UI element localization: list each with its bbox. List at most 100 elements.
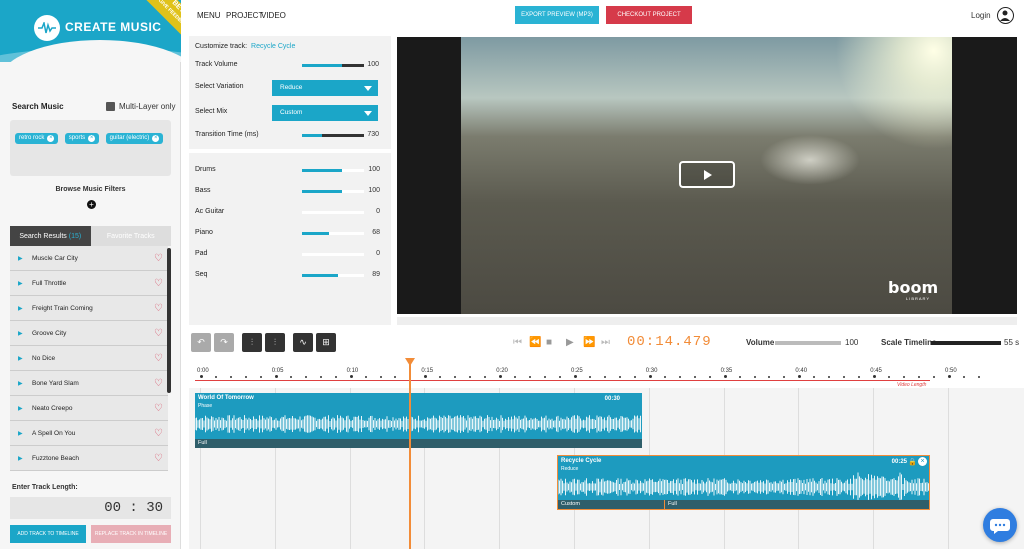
chat-icon[interactable] xyxy=(983,508,1017,542)
playhead[interactable] xyxy=(409,362,411,549)
mix-channel-slider[interactable] xyxy=(302,274,364,277)
timeline-clip[interactable]: Recycle Cycle Reduce 00:25 🔒 × Custom Fu… xyxy=(557,455,930,510)
list-item[interactable]: ▶ Fuzztone Beach ♡ xyxy=(10,446,168,471)
heart-icon[interactable]: ♡ xyxy=(154,303,163,314)
mix-channel-slider[interactable] xyxy=(302,211,364,214)
heart-icon[interactable]: ♡ xyxy=(154,253,163,264)
track-length-input[interactable]: 00 : 30 xyxy=(10,497,171,519)
menu-link[interactable]: MENU xyxy=(197,11,221,20)
ruler-tick-label: 0:30 xyxy=(645,368,658,374)
ruler-dot xyxy=(200,375,203,378)
plus-icon[interactable]: + xyxy=(87,200,96,209)
clip-title: World Of Tomorrow xyxy=(198,395,254,401)
mix-select[interactable]: Custom xyxy=(272,105,378,121)
play-icon[interactable]: ▶ xyxy=(18,380,32,387)
heart-icon[interactable]: ♡ xyxy=(154,353,163,364)
video-link[interactable]: VIDEO xyxy=(261,11,286,20)
mix-channel-slider[interactable] xyxy=(302,232,364,235)
search-tag[interactable]: guitar (electric) × xyxy=(105,132,164,144)
mix-channel-slider[interactable] xyxy=(302,253,364,256)
close-icon[interactable]: × xyxy=(152,134,160,142)
fast-forward-icon[interactable]: ⏩ xyxy=(583,337,595,348)
project-link[interactable]: PROJECT xyxy=(226,11,263,20)
ruler-dot xyxy=(259,376,262,378)
play-icon[interactable]: ▶ xyxy=(18,430,32,437)
search-tag[interactable]: retro rock × xyxy=(15,132,59,144)
heart-icon[interactable]: ♡ xyxy=(154,328,163,339)
search-tags[interactable]: retro rock × sports × guitar (electric) × xyxy=(10,120,171,176)
heart-icon[interactable]: ♡ xyxy=(154,403,163,414)
tab-search-results[interactable]: Search Results (15) xyxy=(10,226,91,246)
heart-icon[interactable]: ♡ xyxy=(154,378,163,389)
close-icon[interactable]: × xyxy=(47,134,55,142)
checkout-button[interactable]: CHECKOUT PROJECT xyxy=(606,6,692,24)
rewind-icon[interactable]: ⏪ xyxy=(529,337,541,348)
undo-icon[interactable]: ↶ xyxy=(191,333,211,352)
video-length-line xyxy=(195,380,930,381)
results-scrollbar[interactable] xyxy=(167,248,171,393)
list-item[interactable]: ▶ No Dice ♡ xyxy=(10,346,168,371)
skip-start-icon[interactable]: ⏮ xyxy=(513,337,522,348)
play-icon[interactable]: ▶ xyxy=(18,330,32,337)
stop-icon[interactable]: ■ xyxy=(546,337,552,348)
replace-track-button[interactable]: REPLACE TRACK IN TIMELINE xyxy=(91,525,171,543)
list-item[interactable]: ▶ Full Throttle ♡ xyxy=(10,271,168,296)
clip-variation: Reduce xyxy=(561,466,579,472)
mix-channel-label: Pad xyxy=(195,250,208,257)
list-item[interactable]: ▶ Groove City ♡ xyxy=(10,321,168,346)
clip-mix: Custom xyxy=(558,500,665,509)
timeline-clip[interactable]: World Of Tomorrow Phase 00:30 Full xyxy=(195,393,642,448)
list-item[interactable]: ▶ A Spell On You ♡ xyxy=(10,421,168,446)
multi-layer-toggle[interactable]: Multi-Layer only xyxy=(106,102,175,111)
list-item[interactable]: ▶ Freight Train Coming ♡ xyxy=(10,296,168,321)
volume-label: Volume xyxy=(746,338,775,347)
mix-channel-slider[interactable] xyxy=(302,190,364,193)
ruler-dot xyxy=(708,376,711,378)
tab-favorite-tracks[interactable]: Favorite Tracks xyxy=(90,226,171,246)
play-icon[interactable]: ▶ xyxy=(18,355,32,362)
user-avatar-icon[interactable] xyxy=(997,7,1014,24)
heart-icon[interactable]: ♡ xyxy=(154,428,163,439)
list-item[interactable]: ▶ Bone Yard Slam ♡ xyxy=(10,371,168,396)
close-icon[interactable]: × xyxy=(918,457,927,466)
search-tag[interactable]: sports × xyxy=(64,132,100,144)
waveform-icon[interactable]: ∿ xyxy=(293,333,313,352)
login-link[interactable]: Login xyxy=(971,11,991,20)
play-icon[interactable]: ▶ xyxy=(18,405,32,412)
ruler-dot xyxy=(618,376,621,378)
volume-slider[interactable] xyxy=(775,341,841,345)
browse-filters-label[interactable]: Browse Music Filters xyxy=(0,186,181,193)
ruler-tick-label: 0:00 xyxy=(197,368,209,374)
close-icon[interactable]: × xyxy=(88,134,96,142)
checkbox-icon[interactable] xyxy=(106,102,115,111)
mix-channel-slider[interactable] xyxy=(302,169,364,172)
play-icon[interactable]: ▶ xyxy=(18,305,32,312)
ruler-dot xyxy=(349,375,353,378)
ruler-tick-label: 0:35 xyxy=(720,368,733,374)
scale-timeline-value: 55 s xyxy=(1004,338,1020,347)
app-name: CREATE MUSIC xyxy=(65,20,162,34)
play-icon[interactable] xyxy=(679,161,735,188)
video-progress-bar[interactable] xyxy=(397,317,1017,325)
heart-icon[interactable]: ♡ xyxy=(154,278,163,289)
ruler-dot xyxy=(229,376,232,378)
ruler-tick-label: 0:05 xyxy=(271,368,284,374)
variation-select[interactable]: Reduce xyxy=(272,80,378,96)
play-icon[interactable]: ▶ xyxy=(18,280,32,287)
play-icon[interactable]: ▶ xyxy=(566,337,574,348)
skip-end-icon[interactable]: ⏭ xyxy=(601,337,610,348)
split-icon[interactable]: ⫶ xyxy=(242,333,262,352)
export-preview-button[interactable]: EXPORT PREVIEW (MP3) xyxy=(515,6,599,24)
fit-icon[interactable]: ⊞ xyxy=(316,333,336,352)
merge-icon[interactable]: ⫶ xyxy=(265,333,285,352)
add-track-button[interactable]: ADD TRACK TO TIMELINE xyxy=(10,525,86,543)
redo-icon[interactable]: ↷ xyxy=(214,333,234,352)
play-icon[interactable]: ▶ xyxy=(18,255,32,262)
lock-icon[interactable]: 🔒 xyxy=(908,458,917,466)
heart-icon[interactable]: ♡ xyxy=(154,453,163,464)
transition-slider[interactable] xyxy=(302,134,364,137)
list-item[interactable]: ▶ Neato Creepo ♡ xyxy=(10,396,168,421)
play-icon[interactable]: ▶ xyxy=(18,455,32,462)
list-item[interactable]: ▶ Muscle Car City ♡ xyxy=(10,246,168,271)
track-volume-slider[interactable] xyxy=(302,64,364,67)
